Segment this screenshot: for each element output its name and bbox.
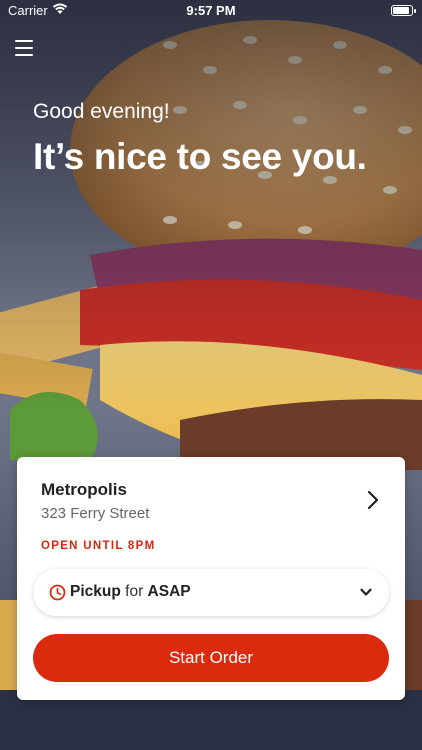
status-bar: Carrier 9:57 PM (0, 0, 422, 22)
start-order-button[interactable]: Start Order (33, 634, 389, 682)
clock-icon (49, 584, 66, 601)
greeting-text: Good evening! (33, 100, 170, 123)
order-mode-connector: for (125, 583, 144, 600)
order-mode-selector[interactable]: Pickup for ASAP (33, 569, 389, 616)
order-mode-type: Pickup (70, 583, 121, 600)
chevron-down-icon (360, 588, 372, 596)
menu-icon[interactable] (15, 40, 35, 56)
store-card: Metropolis 323 Ferry Street OPEN UNTIL 8… (17, 457, 405, 700)
store-address[interactable]: 323 Ferry Street (41, 505, 149, 522)
order-mode-time: ASAP (147, 583, 191, 600)
store-name[interactable]: Metropolis (41, 480, 127, 500)
battery-icon (391, 5, 416, 16)
headline-text: It’s nice to see you. (33, 136, 367, 177)
chevron-right-icon[interactable] (366, 490, 380, 510)
status-time: 9:57 PM (186, 3, 236, 18)
order-mode-label: Pickup for ASAP (70, 583, 191, 601)
store-status-badge: OPEN UNTIL 8PM (41, 540, 156, 552)
